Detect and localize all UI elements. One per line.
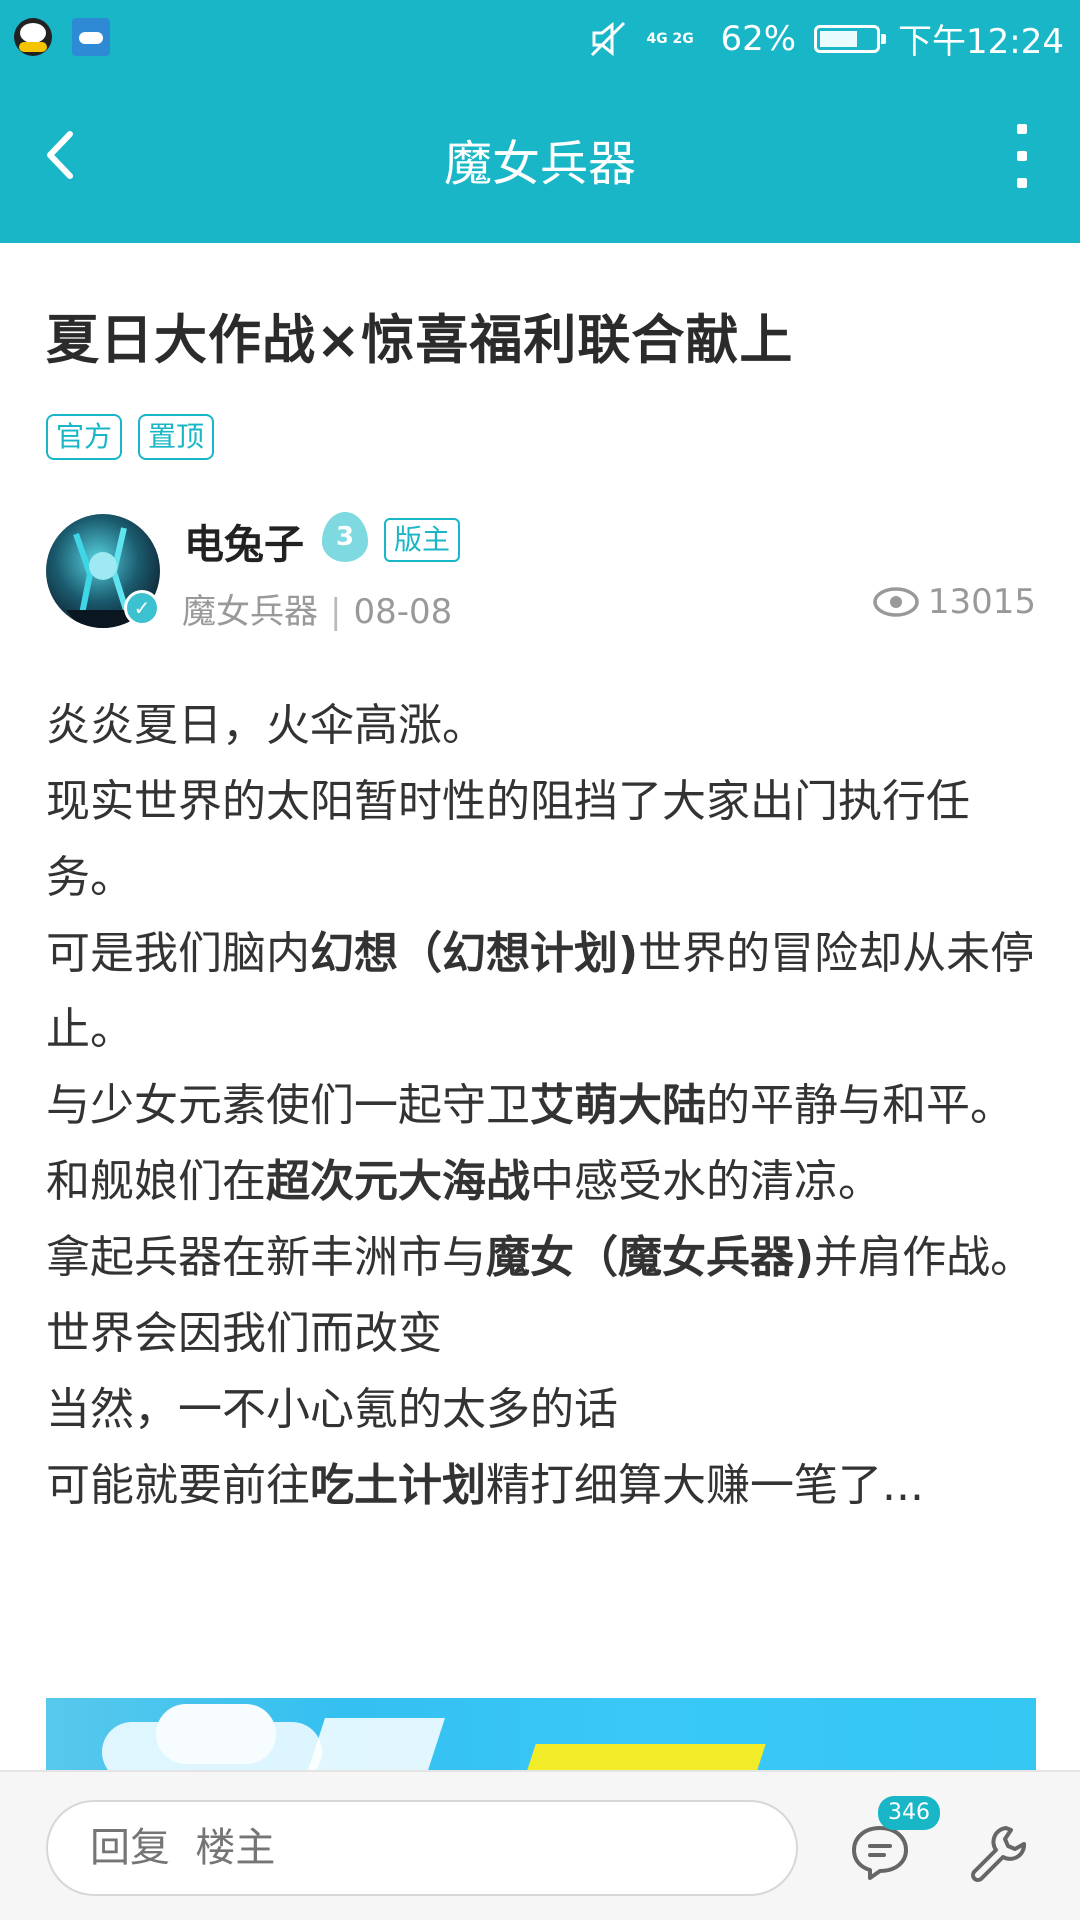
body-paragraph: 当然，一不小心氪的太多的话 [46, 1372, 1036, 1448]
moderator-badge: 版主 [384, 518, 461, 562]
status-indicators: 4G 2G 62% 下午12:24 [588, 14, 1064, 63]
bold-keyword: 魔女（魔女兵器) [486, 1232, 815, 1283]
post-meta: 魔女兵器 | 08-08 [182, 584, 452, 633]
more-vertical-icon [1017, 124, 1027, 134]
body-text: 与少女元素使们一起守卫 [46, 1080, 530, 1131]
body-text: 世界会因我们而改变 [46, 1308, 442, 1359]
signal-icon: 4G 2G [646, 30, 694, 47]
body-text: 拿起兵器在新丰洲市与 [46, 1232, 486, 1283]
forum-name[interactable]: 魔女兵器 [182, 592, 318, 632]
tools-button[interactable] [966, 1822, 1028, 1884]
post-body: 炎炎夏日，火伞高涨。现实世界的太阳暂时性的阻挡了大家出门执行任务。可是我们脑内幻… [46, 688, 1036, 1524]
bold-keyword: 幻想（幻想计划) [310, 928, 639, 979]
body-paragraph: 世界会因我们而改变 [46, 1296, 1036, 1372]
silent-mode-icon [591, 21, 626, 56]
body-text: 炎炎夏日，火伞高涨。 [46, 700, 486, 751]
qq-notification-icon [14, 18, 52, 56]
post-title: 夏日大作战×惊喜福利联合献上 [46, 310, 794, 371]
meta-divider: | [330, 592, 342, 632]
page-title: 魔女兵器 [443, 136, 636, 192]
wrench-icon [971, 1826, 1026, 1882]
body-text: 并肩作战。 [814, 1232, 1035, 1283]
comment-bubble-icon [852, 1826, 908, 1880]
view-count: 13015 [872, 582, 1036, 622]
comments-button[interactable] [850, 1824, 910, 1880]
body-paragraph: 炎炎夏日，火伞高涨。 [46, 688, 1036, 764]
verified-check-icon: ✓ [124, 590, 160, 626]
battery-percent: 62% [720, 18, 797, 59]
tag-official: 官方 [46, 414, 123, 460]
post-date: 08-08 [353, 592, 453, 632]
app-bar: 魔女兵器 [0, 80, 1080, 243]
body-text: 精打细算大赚一笔了... [486, 1460, 924, 1511]
body-text: 中感受水的清凉。 [530, 1156, 882, 1207]
body-paragraph: 可是我们脑内幻想（幻想计划)世界的冒险却从未停止。 [46, 916, 1036, 1068]
notification-icons [14, 18, 110, 56]
body-text: 可是我们脑内 [46, 928, 310, 979]
body-text: 当然，一不小心氪的太多的话 [46, 1384, 618, 1435]
body-text: 和舰娘们在 [46, 1156, 266, 1207]
more-options-button[interactable] [1010, 124, 1034, 188]
weather-notification-icon [72, 18, 110, 56]
level-badge: 3 [322, 512, 368, 562]
body-text: 可能就要前往 [46, 1460, 310, 1511]
post-tags: 官方 置顶 [46, 414, 215, 460]
body-paragraph: 拿起兵器在新丰洲市与魔女（魔女兵器)并肩作战。 [46, 1220, 1036, 1296]
view-count-value: 13015 [927, 582, 1036, 622]
bold-keyword: 超次元大海战 [266, 1156, 530, 1207]
body-paragraph: 和舰娘们在超次元大海战中感受水的清凉。 [46, 1144, 1036, 1220]
status-bar: 4G 2G 62% 下午12:24 [0, 0, 1080, 80]
body-paragraph: 可能就要前往吃土计划精打细算大赚一笔了... [46, 1448, 1036, 1524]
post-banner-image[interactable] [46, 1698, 1036, 1770]
eye-icon [873, 587, 919, 617]
battery-icon [814, 24, 887, 53]
bold-keyword: 艾萌大陆 [530, 1080, 706, 1131]
author-name[interactable]: 电兔子 [184, 512, 304, 570]
body-text: 现实世界的太阳暂时性的阻挡了大家出门执行任务。 [46, 776, 970, 903]
bottom-bar: 346 [0, 1770, 1080, 1920]
body-text: 的平静与和平。 [706, 1080, 1014, 1131]
battery-level-fill [820, 30, 858, 47]
clock: 下午12:24 [898, 22, 1064, 62]
comment-count-badge: 346 [878, 1796, 940, 1830]
header: 4G 2G 62% 下午12:24 魔女兵器 [0, 0, 1080, 243]
tag-pinned: 置顶 [138, 414, 215, 460]
body-paragraph: 与少女元素使们一起守卫艾萌大陆的平静与和平。 [46, 1068, 1036, 1144]
reply-input[interactable] [46, 1800, 798, 1896]
body-paragraph: 现实世界的太阳暂时性的阻挡了大家出门执行任务。 [46, 764, 1036, 916]
bold-keyword: 吃土计划 [310, 1460, 486, 1511]
